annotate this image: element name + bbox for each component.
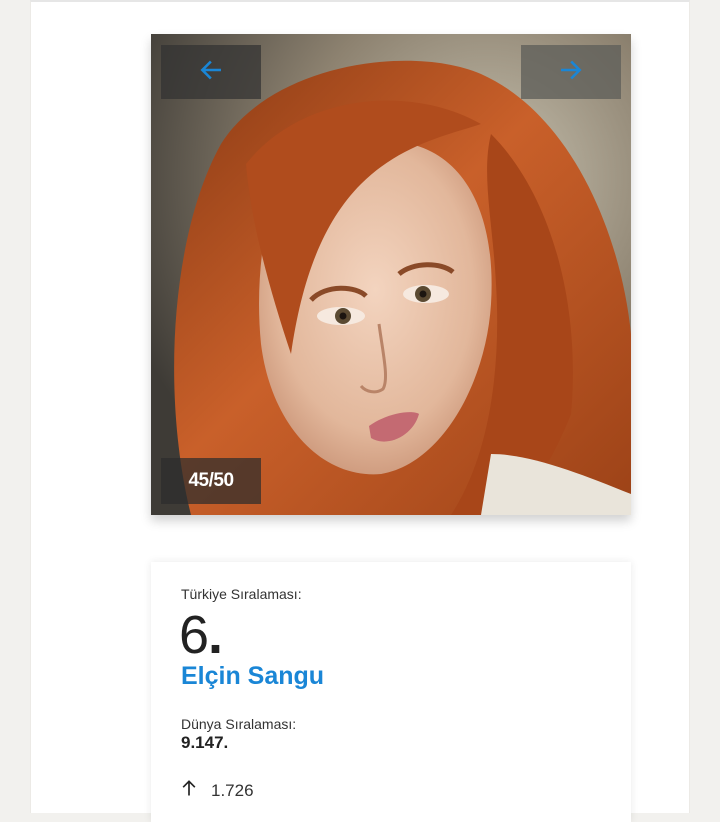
page-container: 45/50 Türkiye Sıralaması: 6. Elçin Sangu… (30, 0, 690, 822)
celebrity-name-link[interactable]: Elçin Sangu (181, 662, 324, 691)
world-rank-label: Dünya Sıralaması: (181, 716, 297, 732)
turkey-rank-value: 6. (179, 604, 223, 666)
next-photo-button[interactable] (521, 45, 621, 99)
rank-change: 1.726 (179, 778, 254, 803)
photo-counter: 45/50 (161, 458, 261, 504)
arrow-up-icon (179, 778, 199, 803)
arrow-right-icon (558, 57, 584, 88)
arrow-left-icon (198, 57, 224, 88)
turkey-rank-suffix: . (208, 605, 223, 665)
photo-gallery[interactable]: 45/50 (151, 34, 631, 515)
ranking-card: Türkiye Sıralaması: 6. Elçin Sangu Dünya… (151, 562, 631, 822)
world-rank-value: 9.147. (181, 733, 229, 752)
turkey-rank-label: Türkiye Sıralaması: (181, 586, 302, 602)
rank-change-value: 1.726 (211, 780, 254, 800)
prev-photo-button[interactable] (161, 45, 261, 99)
turkey-rank-number: 6 (179, 605, 209, 665)
portrait-photo (151, 34, 631, 515)
